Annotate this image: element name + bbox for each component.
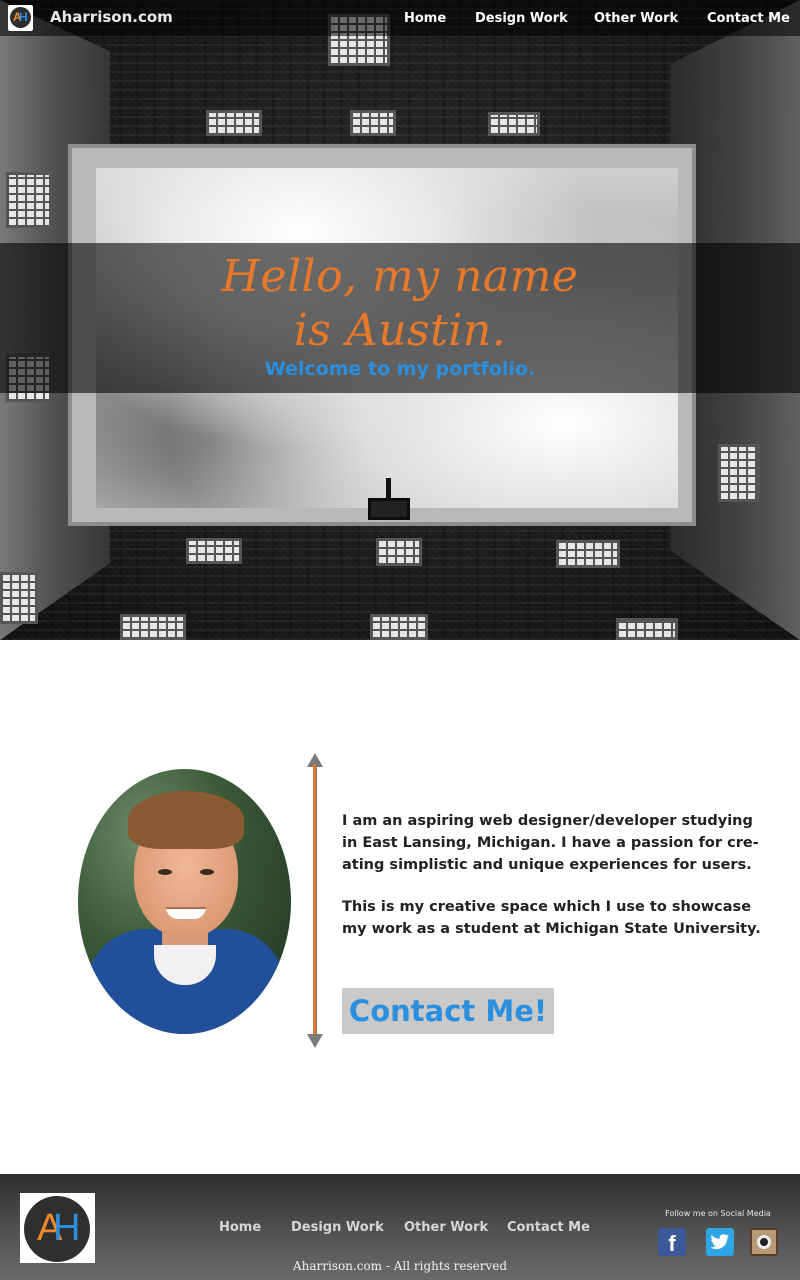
lamp-icon <box>364 478 412 522</box>
camera-lens-icon <box>757 1235 771 1249</box>
building-window <box>616 618 678 640</box>
bio-paragraph-1: I am an aspiring web designer/developer … <box>342 810 759 876</box>
hero-title-line-2: is Austin. <box>293 305 507 356</box>
bio-line: in East Lansing, Michigan. I have a pass… <box>342 835 759 851</box>
bio-line: my work as a student at Michigan State U… <box>342 921 761 937</box>
bio-line: ating simplistic and unique experiences … <box>342 857 752 873</box>
nav-home[interactable]: Home <box>404 11 446 26</box>
building-window <box>370 614 428 640</box>
building-window <box>350 110 396 136</box>
building-window <box>0 572 38 624</box>
building-window <box>718 444 760 502</box>
hero-title: Hello, my name is Austin. <box>0 250 800 358</box>
building-window <box>376 538 422 566</box>
bio-paragraph-2: This is my creative space which I use to… <box>342 896 761 940</box>
footer-nav-other-work[interactable]: Other Work <box>404 1220 488 1235</box>
site-title[interactable]: Aharrison.com <box>50 8 173 26</box>
nav-design-work[interactable]: Design Work <box>475 11 568 26</box>
facebook-glyph: f <box>668 1231 676 1256</box>
footer-nav-contact-me[interactable]: Contact Me <box>507 1220 590 1235</box>
logo-letter-h: H <box>19 10 28 24</box>
building-window <box>206 110 262 136</box>
hero-banner: Hello, my name is Austin. Welcome to my … <box>0 0 800 640</box>
social-label: Follow me on Social Media <box>665 1209 771 1218</box>
building-window <box>6 172 52 228</box>
hero-subtitle: Welcome to my portfolio. <box>264 358 536 380</box>
profile-photo <box>78 769 291 1034</box>
arrow-down-icon <box>307 1034 323 1048</box>
footer-nav-design-work[interactable]: Design Work <box>291 1220 384 1235</box>
building-window <box>488 112 540 136</box>
building-window <box>120 614 186 640</box>
vertical-divider <box>313 764 316 1038</box>
hero-title-line-1: Hello, my name <box>221 251 579 302</box>
nav-other-work[interactable]: Other Work <box>594 11 678 26</box>
building-window <box>186 538 242 564</box>
bio-line: I am an aspiring web designer/developer … <box>342 813 753 829</box>
instagram-icon[interactable] <box>750 1228 778 1256</box>
facebook-icon[interactable]: f <box>658 1228 686 1256</box>
twitter-icon[interactable] <box>706 1228 734 1256</box>
footer-logo-letter-h: H <box>53 1207 81 1249</box>
bio-line: This is my creative space which I use to… <box>342 899 752 915</box>
footer-logo-icon[interactable]: A H <box>20 1193 95 1263</box>
copyright-text: Aharrison.com - All rights reserved <box>292 1259 508 1273</box>
contact-me-button[interactable]: Contact Me! <box>342 988 554 1034</box>
nav-contact-me[interactable]: Contact Me <box>707 11 790 26</box>
twitter-bird-icon <box>710 1234 729 1250</box>
footer-nav-home[interactable]: Home <box>219 1220 261 1235</box>
building-window <box>556 540 620 568</box>
logo-icon[interactable]: A H <box>8 5 33 31</box>
